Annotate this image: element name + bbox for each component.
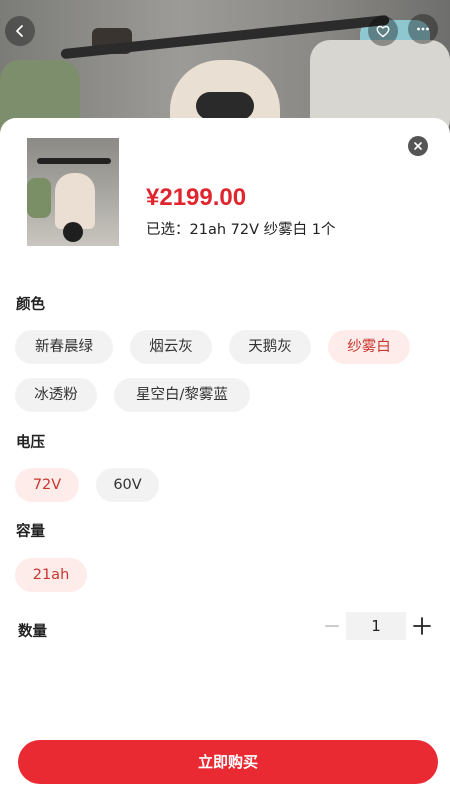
voltage-option-selected[interactable]: 72V bbox=[15, 468, 79, 502]
back-icon bbox=[16, 25, 23, 37]
quantity-label: 数量 bbox=[18, 624, 47, 640]
color-option[interactable]: 天鹅灰 bbox=[229, 330, 311, 364]
selected-summary: 已选：21ah 72V 纱雾白 1个 bbox=[146, 222, 336, 238]
color-section-title: 颜色 bbox=[16, 297, 45, 313]
product-thumbnail bbox=[27, 138, 119, 246]
buy-now-button[interactable]: 立即购买 bbox=[18, 740, 438, 784]
close-icon bbox=[414, 142, 422, 150]
close-button[interactable] bbox=[408, 136, 428, 156]
price: ¥2199.00 bbox=[146, 184, 247, 211]
sku-selector-sheet: ¥2199.00 已选：21ah 72V 纱雾白 1个 颜色 新春晨绿 烟云灰 … bbox=[0, 118, 450, 800]
heart-icon bbox=[376, 25, 390, 38]
color-option-selected[interactable]: 纱雾白 bbox=[328, 330, 410, 364]
back-button[interactable] bbox=[5, 16, 35, 46]
color-option[interactable]: 新春晨绿 bbox=[15, 330, 113, 364]
quantity-input[interactable]: 1 bbox=[346, 612, 406, 640]
more-button[interactable] bbox=[408, 14, 438, 44]
minus-icon[interactable] bbox=[322, 616, 342, 636]
color-option[interactable]: 烟云灰 bbox=[130, 330, 212, 364]
more-icon bbox=[417, 27, 429, 31]
favorite-button[interactable] bbox=[368, 16, 398, 46]
plus-icon[interactable] bbox=[410, 614, 434, 638]
voltage-section-title: 电压 bbox=[16, 435, 45, 451]
color-option[interactable]: 星空白/黎雾蓝 bbox=[114, 378, 250, 412]
capacity-section-title: 容量 bbox=[16, 524, 45, 540]
capacity-option-selected[interactable]: 21ah bbox=[15, 558, 87, 592]
color-option[interactable]: 冰透粉 bbox=[15, 378, 97, 412]
voltage-option[interactable]: 60V bbox=[96, 468, 159, 502]
